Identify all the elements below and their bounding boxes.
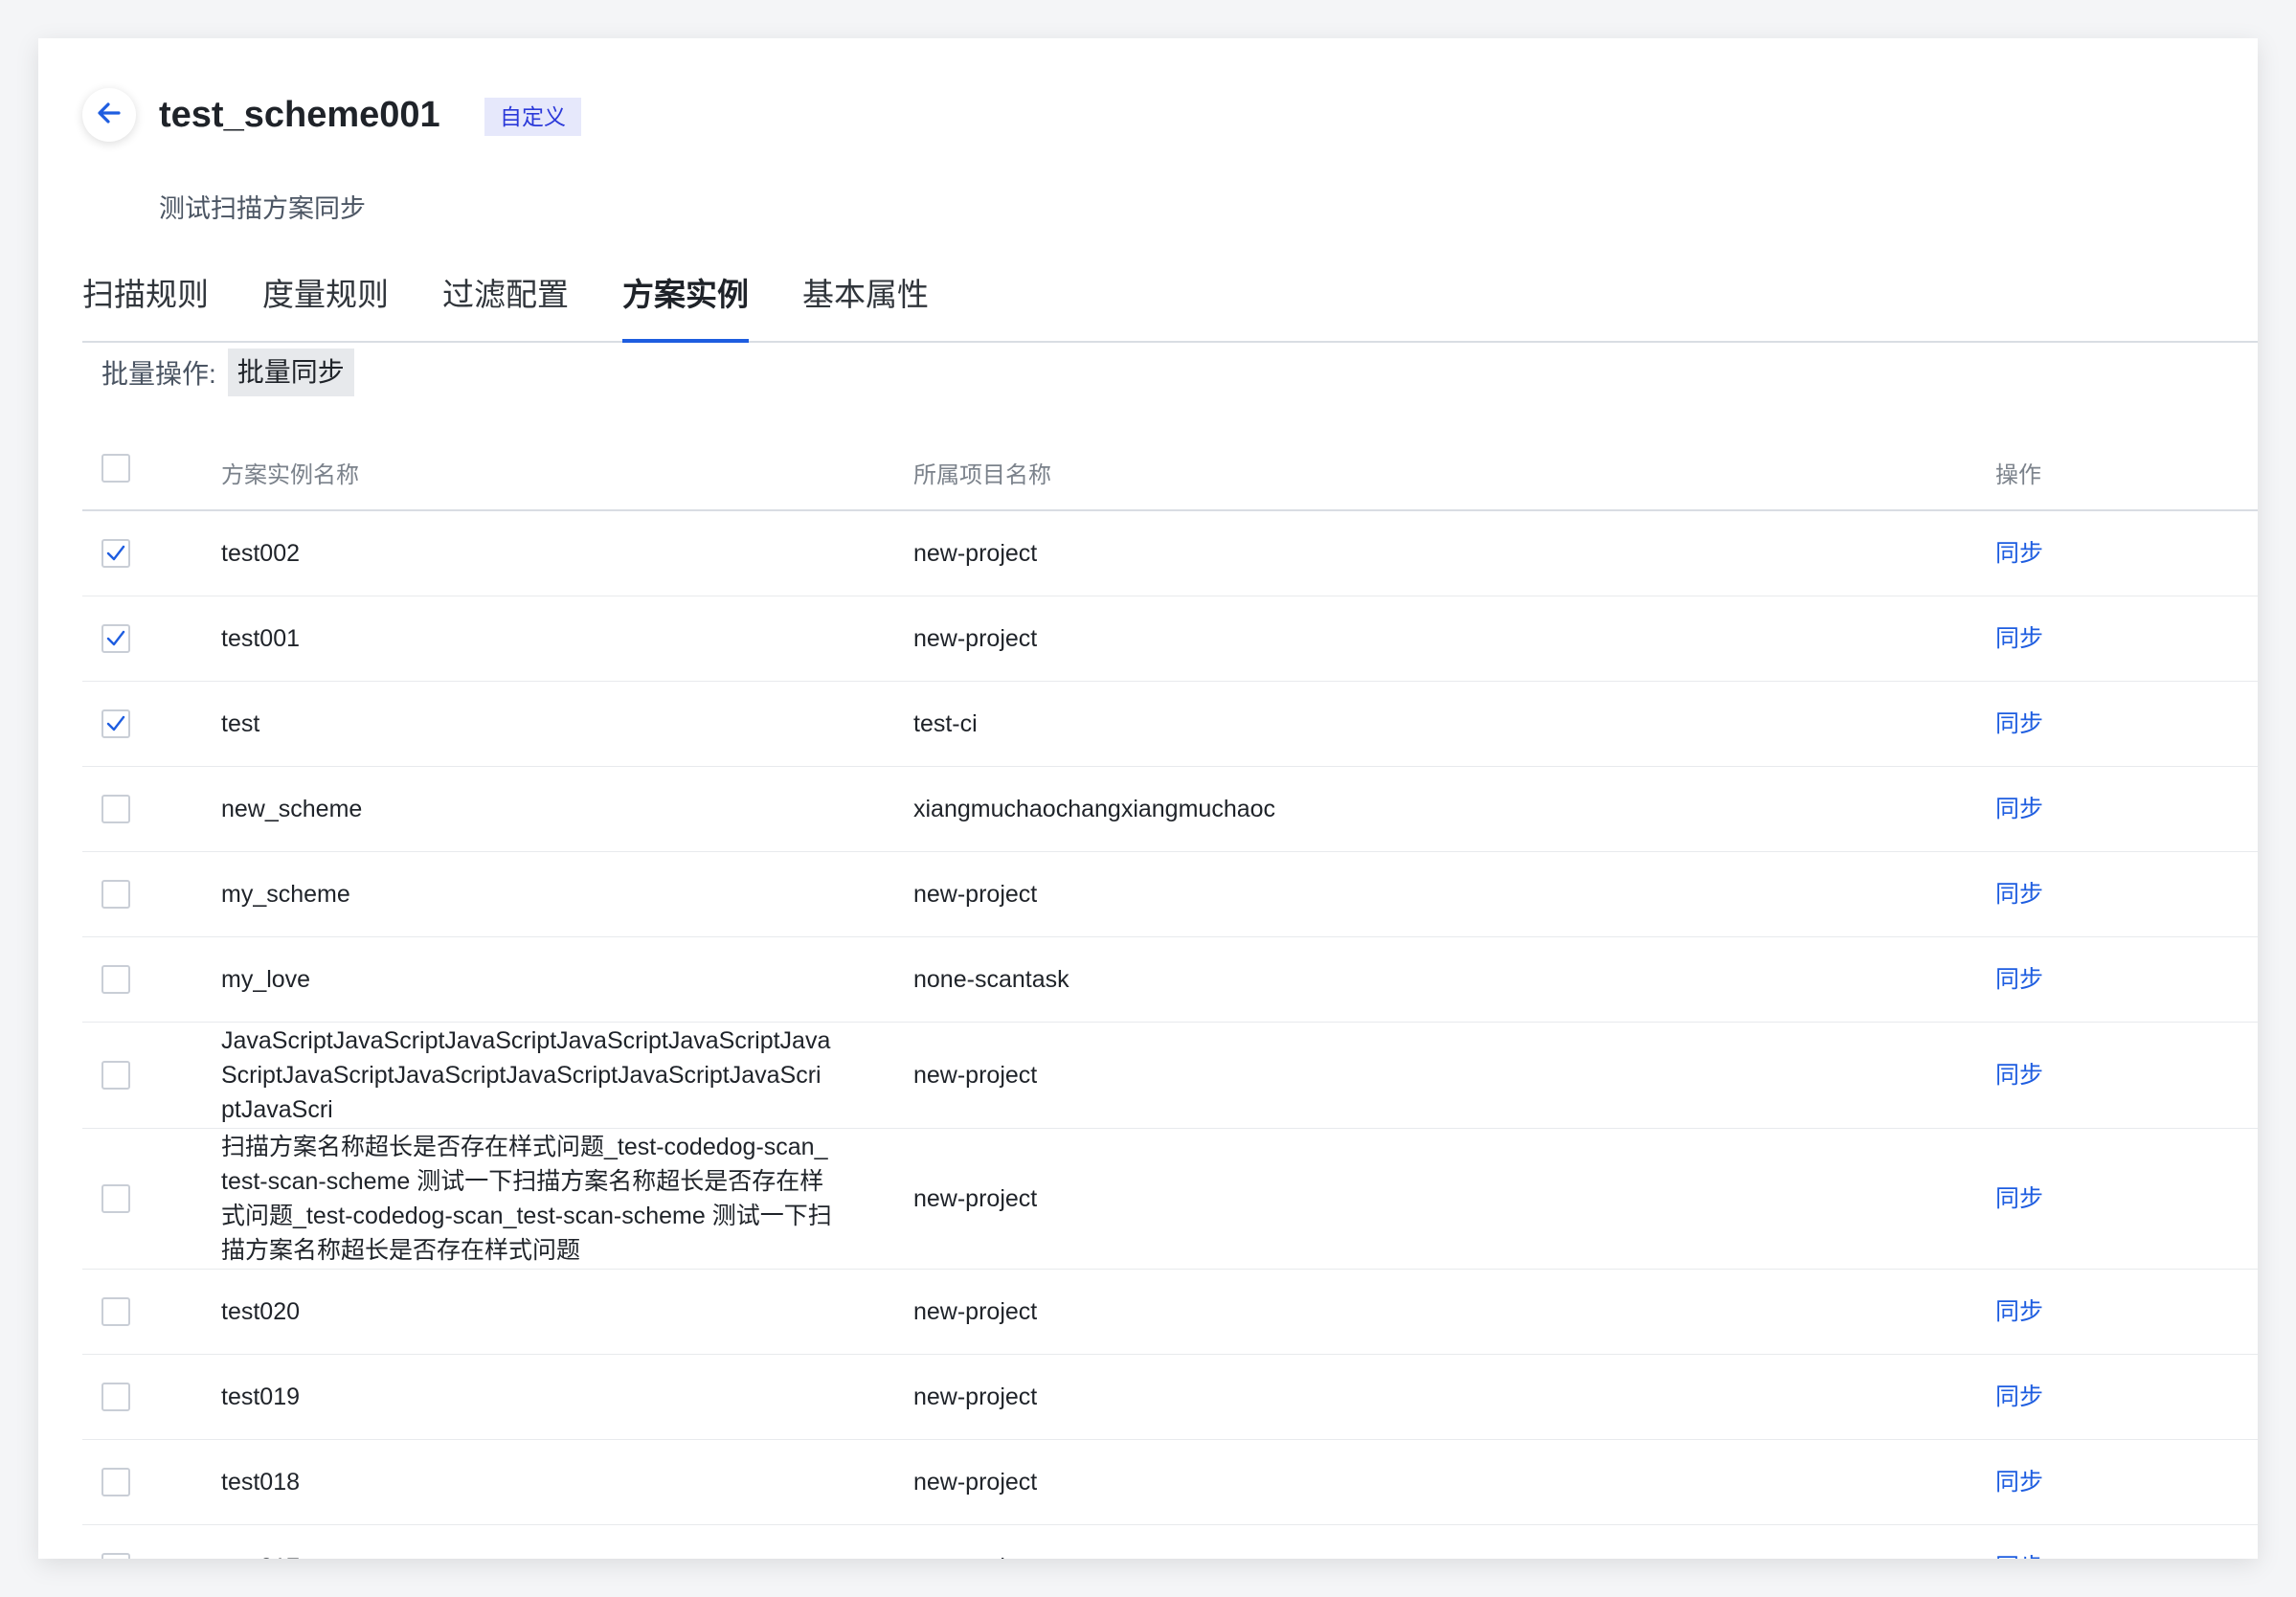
instance-name-cell: JavaScriptJavaScriptJavaScriptJavaScript… xyxy=(221,1027,831,1123)
row-checkbox[interactable] xyxy=(101,880,130,909)
column-header-instance-name: 方案实例名称 xyxy=(221,462,359,488)
table-row: test019 new-project 同步 xyxy=(82,1355,2258,1440)
instance-name-cell: test001 xyxy=(221,625,301,652)
table-row: test001 new-project 同步 xyxy=(82,596,2258,682)
row-checkbox[interactable] xyxy=(101,1297,130,1326)
project-name-cell: new-project xyxy=(913,1469,1038,1496)
scheme-type-badge: 自定义 xyxy=(484,98,581,136)
table-row: my_scheme new-project 同步 xyxy=(82,852,2258,937)
column-header-action: 操作 xyxy=(1995,462,2041,488)
table-row: my_love none-scantask 同步 xyxy=(82,937,2258,1023)
arrow-left-icon xyxy=(96,100,123,131)
checkmark-icon xyxy=(106,630,125,646)
batch-label: 批量操作: xyxy=(101,359,216,389)
instances-table: 方案实例名称 所属项目名称 操作 test002 new-project 同步 tes… xyxy=(82,433,2258,1559)
project-name-cell: new-project xyxy=(913,881,1038,908)
instance-name-cell: new_scheme xyxy=(221,796,363,822)
table-row: test020 new-project 同步 xyxy=(82,1270,2258,1355)
table-row: JavaScriptJavaScriptJavaScriptJavaScript… xyxy=(82,1023,2258,1129)
sync-link[interactable]: 同步 xyxy=(1995,707,2043,741)
table-row: new_scheme xiangmuchaochangxiangmuchaoc 同步 xyxy=(82,767,2258,852)
row-checkbox[interactable] xyxy=(101,965,130,994)
row-checkbox[interactable] xyxy=(101,1184,130,1213)
project-name-cell: new-project xyxy=(913,1383,1038,1410)
sync-link[interactable]: 同步 xyxy=(1995,792,2043,826)
sync-link[interactable]: 同步 xyxy=(1995,1181,2043,1216)
row-checkbox[interactable] xyxy=(101,1468,130,1496)
page-card: test_scheme001 自定义 测试扫描方案同步 扫描规则 度量规则 过滤… xyxy=(38,38,2258,1559)
instance-name-cell: test017 xyxy=(221,1550,834,1559)
checkmark-icon xyxy=(106,545,125,561)
sync-link[interactable]: 同步 xyxy=(1995,877,2043,911)
instance-name-cell: test019 xyxy=(221,1383,301,1410)
tab-bar: 扫描规则 度量规则 过滤配置 方案实例 基本属性 xyxy=(82,226,2258,343)
table-row: 扫描方案名称超长是否存在样式问题_test-codedog-scan_test-… xyxy=(82,1129,2258,1270)
column-header-project-name: 所属项目名称 xyxy=(913,462,1051,488)
row-checkbox[interactable] xyxy=(101,624,130,653)
instance-name-cell: my_love xyxy=(221,966,311,993)
project-name-cell: none-scantask xyxy=(913,966,1069,993)
sync-link[interactable]: 同步 xyxy=(1995,536,2043,571)
tab-basic-properties[interactable]: 基本属性 xyxy=(802,272,929,341)
row-checkbox[interactable] xyxy=(101,1383,130,1411)
instance-name-cell: test020 xyxy=(221,1298,301,1325)
row-checkbox[interactable] xyxy=(101,795,130,823)
instance-name-cell: test018 xyxy=(221,1469,301,1496)
project-name-cell: xiangmuchaochangxiangmuchaoc xyxy=(913,796,1276,822)
row-checkbox[interactable] xyxy=(101,1061,130,1090)
sync-link[interactable]: 同步 xyxy=(1995,1550,2043,1559)
sync-link[interactable]: 同步 xyxy=(1995,621,2043,656)
table-row: test002 new-project 同步 xyxy=(82,511,2258,596)
sync-link[interactable]: 同步 xyxy=(1995,962,2043,997)
sync-link[interactable]: 同步 xyxy=(1995,1465,2043,1499)
tab-metric-rules[interactable]: 度量规则 xyxy=(262,272,389,341)
project-name-cell: new-project xyxy=(913,625,1038,652)
project-name-cell: new-project xyxy=(913,540,1038,567)
tab-filter-config[interactable]: 过滤配置 xyxy=(442,272,569,341)
table-row: test017 new-project 同步 xyxy=(82,1525,2258,1559)
select-all-checkbox[interactable] xyxy=(101,454,130,483)
batch-operations: 批量操作: 批量同步 xyxy=(101,349,354,396)
instance-name-cell: my_scheme xyxy=(221,881,350,908)
table-body: test002 new-project 同步 test001 new-project 同步… xyxy=(82,511,2258,1559)
sync-link[interactable]: 同步 xyxy=(1995,1294,2043,1329)
instance-name-cell: 扫描方案名称超长是否存在样式问题_test-codedog-scan_test-… xyxy=(221,1134,832,1264)
row-checkbox[interactable] xyxy=(101,709,130,738)
row-checkbox[interactable] xyxy=(101,539,130,568)
tab-scheme-instances[interactable]: 方案实例 xyxy=(622,272,749,343)
table-header: 方案实例名称 所属项目名称 操作 xyxy=(82,433,2258,511)
project-name-cell: test-ci xyxy=(913,710,978,737)
table-row: test test-ci 同步 xyxy=(82,682,2258,767)
instance-name-cell: test xyxy=(221,710,260,737)
sync-link[interactable]: 同步 xyxy=(1995,1058,2043,1092)
project-name-cell: new-project xyxy=(913,1298,1038,1325)
page-title: test_scheme001 xyxy=(159,95,440,135)
checkmark-icon xyxy=(106,715,125,731)
page-subtitle: 测试扫描方案同步 xyxy=(159,194,366,223)
table-row: test018 new-project 同步 xyxy=(82,1440,2258,1525)
project-name-cell: new-project xyxy=(913,1550,1037,1559)
tab-scan-rules[interactable]: 扫描规则 xyxy=(82,272,209,341)
row-checkbox[interactable] xyxy=(101,1553,130,1559)
instance-name-cell: test002 xyxy=(221,540,301,567)
batch-sync-button[interactable]: 批量同步 xyxy=(227,349,354,396)
sync-link[interactable]: 同步 xyxy=(1995,1380,2043,1414)
project-name-cell: new-project xyxy=(913,1062,1038,1089)
back-button[interactable] xyxy=(82,88,136,142)
project-name-cell: new-project xyxy=(913,1185,1038,1212)
